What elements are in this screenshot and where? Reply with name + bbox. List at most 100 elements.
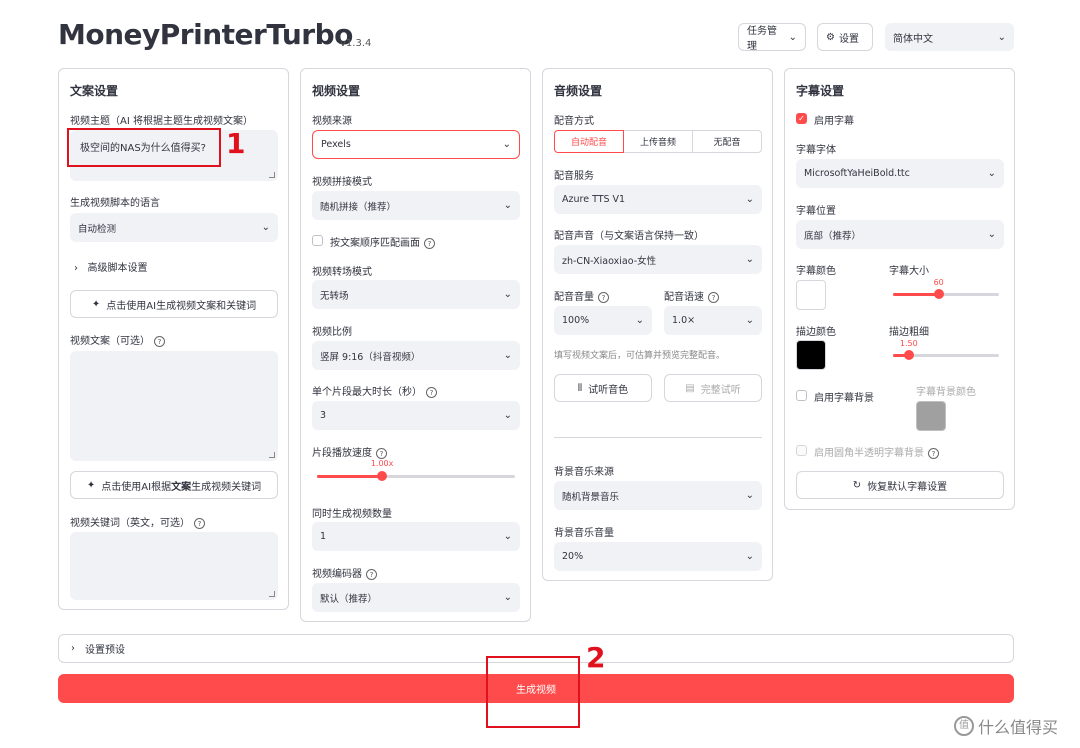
advanced-script-expander[interactable]: › 高级脚本设置 [74, 259, 148, 274]
playback-speed-thumb[interactable] [377, 471, 388, 481]
watermark: 值 什么值得买 [954, 714, 1058, 738]
help-icon[interactable]: ? [154, 335, 165, 347]
refresh-icon: ↻ [852, 479, 862, 491]
ratio-label: 视频比例 [312, 327, 352, 338]
chevron-down-icon: ⌄ [987, 168, 996, 179]
enable-subtitle-checkbox[interactable]: ✓ [796, 113, 807, 124]
video-source-label: 视频来源 [312, 116, 352, 127]
stroke-width-value: 1.50 [899, 339, 918, 348]
sparkle-icon: ✦ [86, 479, 96, 491]
help-icon[interactable]: ? [366, 568, 377, 580]
bgm-volume-select[interactable]: 20% ⌄ [554, 542, 762, 571]
voice-volume-select[interactable]: 100% ⌄ [554, 306, 652, 335]
video-source-select[interactable]: Pexels ⌄ [312, 130, 520, 159]
generate-script-label: 点击使用AI生成视频文案和关键词 [106, 300, 257, 312]
subtitle-position-label: 字幕位置 [796, 206, 836, 217]
bgm-source-select[interactable]: 随机背景音乐 ⌄ [554, 481, 762, 510]
stroke-color-swatch[interactable] [796, 340, 826, 370]
concat-mode-label: 视频拼接模式 [312, 177, 372, 188]
dub-option-none[interactable]: 无配音 [692, 130, 762, 153]
settings-button[interactable]: ⚙ 设置 [817, 23, 873, 51]
divider [554, 437, 762, 438]
audio-wave-icon: ⫴ [577, 382, 583, 394]
panel-title: 文案设置 [70, 84, 119, 98]
full-preview-button[interactable]: ▤ 完整试听 [664, 374, 762, 402]
script-language-label: 生成视频脚本的语言 [70, 198, 160, 209]
help-icon[interactable]: ? [928, 447, 939, 459]
chevron-down-icon: ⌄ [987, 229, 996, 240]
match-order-checkbox[interactable] [312, 235, 323, 246]
rounded-bg-checkbox[interactable] [796, 445, 807, 456]
chevron-down-icon: ⌄ [745, 254, 754, 265]
subtitle-color-swatch[interactable] [796, 280, 826, 310]
script-language-select[interactable]: 自动检测 ⌄ [70, 213, 278, 242]
reset-subtitle-button[interactable]: ↻ 恢复默认字幕设置 [796, 471, 1004, 499]
voice-rate-select[interactable]: 1.0× ⌄ [664, 306, 762, 335]
subtitle-font-select[interactable]: MicrosoftYaHeiBold.ttc ⌄ [796, 159, 1004, 188]
app-version: v1.3.4 [340, 38, 372, 49]
transition-select[interactable]: 无转场 ⌄ [312, 280, 520, 309]
transition-label: 视频转场模式 [312, 267, 372, 278]
help-icon[interactable]: ? [708, 291, 719, 303]
voice-select[interactable]: zh-CN-Xiaoxiao-女性 ⌄ [554, 245, 762, 274]
help-icon[interactable]: ? [194, 517, 205, 529]
chevron-down-icon: ⌄ [788, 31, 797, 43]
reset-subtitle-label: 恢复默认字幕设置 [867, 481, 948, 493]
resize-handle-icon[interactable] [269, 591, 275, 597]
generate-script-button[interactable]: ✦ 点击使用AI生成视频文案和关键词 [70, 290, 278, 318]
annotation-box-1 [67, 128, 221, 167]
generate-keywords-button[interactable]: ✦ 点击使用AI根据文案生成视频关键词 [70, 471, 278, 499]
script-label: 视频文案（可选）? [70, 332, 165, 347]
smzdm-logo-icon: 值 [954, 716, 974, 736]
video-count-select[interactable]: 1 ⌄ [312, 522, 520, 551]
resize-handle-icon[interactable] [269, 172, 275, 178]
chevron-right-icon: › [74, 263, 78, 274]
stroke-width-thumb[interactable] [903, 350, 914, 360]
video-count-label: 同时生成视频数量 [312, 509, 392, 520]
chevron-down-icon: ⌄ [503, 289, 512, 300]
subtitle-size-fill [893, 293, 939, 296]
subtitle-bg-color-swatch[interactable] [916, 401, 946, 431]
concat-mode-select[interactable]: 随机拼接（推荐） ⌄ [312, 191, 520, 220]
script-textarea[interactable] [70, 351, 278, 461]
ratio-value: 竖屏 9:16（抖音视频） [320, 351, 421, 363]
subtitle-position-select[interactable]: 底部（推荐） ⌄ [796, 220, 1004, 249]
subtitle-size-value: 60 [933, 278, 944, 287]
subtitle-color-label: 字幕颜色 [796, 266, 836, 277]
preview-voice-label: 试听音色 [588, 384, 629, 396]
audio-settings-panel: 音频设置 配音方式 自动配音 上传音频 无配音 配音服务 Azure TTS V… [542, 68, 773, 581]
subtitle-font-label: 字幕字体 [796, 145, 836, 156]
keywords-label-text: 视频关键词（英文，可选） [70, 518, 190, 529]
script-label-text: 视频文案（可选） [70, 336, 150, 347]
match-order-label: 按文案顺序匹配画面? [330, 234, 435, 249]
help-icon[interactable]: ? [598, 291, 609, 303]
clip-duration-value: 3 [320, 410, 327, 421]
rounded-bg-label: 启用圆角半透明字幕背景? [814, 444, 939, 459]
task-management-button[interactable]: 任务管理 ⌄ [738, 23, 806, 52]
dub-option-auto[interactable]: 自动配音 [554, 130, 624, 153]
chevron-down-icon: ⌄ [503, 410, 512, 421]
dub-option-upload[interactable]: 上传音频 [623, 130, 693, 153]
tts-service-select[interactable]: Azure TTS V1 ⌄ [554, 185, 762, 214]
voice-rate-label: 配音语速? [664, 288, 719, 303]
help-icon[interactable]: ? [376, 447, 387, 459]
subtitle-bg-checkbox[interactable] [796, 390, 807, 401]
help-icon[interactable]: ? [424, 237, 435, 249]
subtitle-size-thumb[interactable] [933, 289, 944, 299]
help-icon[interactable]: ? [426, 386, 437, 398]
codec-select[interactable]: 默认（推荐） ⌄ [312, 583, 520, 612]
chevron-down-icon: ⌄ [503, 350, 512, 361]
preview-voice-button[interactable]: ⫴ 试听音色 [554, 374, 652, 402]
ratio-select[interactable]: 竖屏 9:16（抖音视频） ⌄ [312, 341, 520, 370]
subtitle-position-value: 底部（推荐） [804, 230, 862, 242]
chevron-down-icon: ⌄ [745, 551, 754, 562]
keywords-textarea[interactable] [70, 532, 278, 600]
clip-duration-select[interactable]: 3 ⌄ [312, 401, 520, 430]
concat-mode-value: 随机拼接（推荐） [320, 201, 397, 213]
watermark-text: 什么值得买 [978, 718, 1059, 737]
script-language-value: 自动检测 [78, 223, 117, 235]
language-select[interactable]: 简体中文 ⌄ [885, 23, 1014, 51]
advanced-script-label: 高级脚本设置 [87, 263, 148, 274]
video-count-value: 1 [320, 531, 327, 542]
resize-handle-icon[interactable] [269, 452, 275, 458]
